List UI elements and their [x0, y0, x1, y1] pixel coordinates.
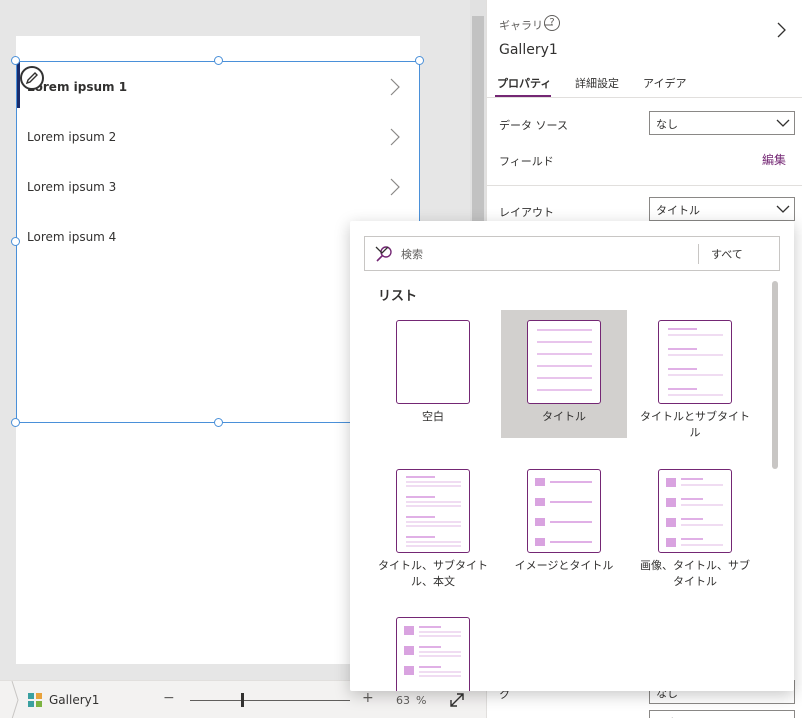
image-title-subtitle-layout-icon — [658, 469, 732, 553]
zoom-in-button[interactable]: + — [362, 690, 374, 706]
layout-label: レイアウト — [499, 206, 554, 219]
resize-handle-top-left[interactable] — [11, 56, 20, 65]
chevron-right-icon[interactable] — [389, 78, 401, 96]
divider — [698, 244, 699, 264]
gallery-row[interactable]: Lorem ipsum 2 — [17, 112, 419, 162]
gallery-row[interactable]: Lorem ipsum 1 — [17, 62, 419, 112]
title-subtitle-body-layout-icon — [396, 469, 470, 553]
breadcrumb-separator-icon — [11, 681, 19, 718]
chevron-down-icon — [776, 205, 790, 213]
property-dropdown[interactable]: 既定 — [649, 710, 795, 718]
tile-label: タイトル、サブタイトル、本文 — [378, 559, 488, 588]
help-icon[interactable]: ? — [544, 15, 560, 31]
blank-layout-icon — [396, 320, 470, 404]
canvas-scrollbar-thumb[interactable] — [472, 16, 484, 256]
layout-tile-title-subtitle-body[interactable]: タイトル、サブタイトル、本文 — [370, 459, 496, 588]
fields-edit-link[interactable]: 編集 — [762, 151, 786, 168]
breadcrumb-control-name[interactable]: Gallery1 — [49, 693, 99, 707]
fields-label: フィールド — [499, 155, 554, 168]
gallery-row-title: Lorem ipsum 2 — [27, 130, 117, 144]
layout-tile-image-title[interactable]: イメージとタイトル — [501, 459, 627, 587]
tile-label: タイトルとサブタイトル — [640, 410, 750, 439]
fit-to-window-icon[interactable] — [448, 691, 466, 709]
control-name: Gallery1 — [499, 42, 558, 58]
chevron-right-icon[interactable] — [389, 178, 401, 196]
gallery-row[interactable]: Lorem ipsum 3 — [17, 162, 419, 212]
layout-tile-title[interactable]: タイトル — [501, 310, 627, 438]
data-source-label: データ ソース — [499, 119, 568, 132]
chevron-right-icon[interactable] — [776, 22, 788, 38]
layout-tile-title-subtitle[interactable]: タイトルとサブタイトル — [632, 310, 758, 439]
edit-gallery-icon[interactable] — [20, 66, 44, 90]
tile-label: 画像、タイトル、サブタイトル — [640, 559, 750, 588]
image-title-subtitle-body-layout-icon — [396, 617, 470, 691]
layout-value: タイトル — [656, 204, 700, 217]
zoom-unit: % — [416, 694, 427, 707]
gallery-row-title: Lorem ipsum 4 — [27, 230, 117, 244]
zoom-slider[interactable] — [190, 700, 350, 701]
layout-tile-image-title-subtitle[interactable]: 画像、タイトル、サブタイトル — [632, 459, 758, 588]
image-title-layout-icon — [527, 469, 601, 553]
gallery-icon — [28, 693, 42, 707]
resize-handle-left[interactable] — [11, 237, 20, 246]
tile-label: タイトル — [542, 410, 586, 423]
flyout-scrollbar-thumb[interactable] — [772, 281, 778, 469]
section-title: リスト — [378, 289, 418, 304]
zoom-value[interactable]: 63 — [396, 694, 410, 707]
filter-dropdown[interactable]: すべて — [711, 246, 743, 262]
gallery-row-title: Lorem ipsum 3 — [27, 180, 117, 194]
resize-handle-bottom[interactable] — [214, 418, 223, 427]
resize-handle-top-right[interactable] — [415, 56, 424, 65]
resize-handle-bottom-left[interactable] — [11, 418, 20, 427]
tile-label: イメージとタイトル — [514, 559, 614, 572]
title-layout-icon — [527, 320, 601, 404]
tile-label: 空白 — [422, 410, 444, 423]
layout-dropdown[interactable]: タイトル — [649, 197, 795, 221]
zoom-slider-thumb[interactable] — [241, 693, 244, 707]
chevron-right-icon[interactable] — [389, 128, 401, 146]
layout-search-box[interactable]: すべて — [364, 236, 780, 271]
resize-handle-top[interactable] — [214, 56, 223, 65]
active-tab-indicator — [495, 95, 551, 97]
layout-tile-blank[interactable]: 空白 — [370, 310, 496, 438]
data-source-dropdown[interactable]: なし — [649, 111, 795, 135]
tab-properties[interactable]: プロパティ — [497, 75, 551, 91]
search-input[interactable] — [401, 245, 681, 263]
layout-flyout: すべて リスト 空白 タイトル タイトルとサブタイトル — [350, 221, 794, 691]
zoom-out-button[interactable]: − — [163, 690, 175, 706]
tab-advanced[interactable]: 詳細設定 — [575, 75, 619, 91]
divider — [487, 185, 802, 186]
chevron-down-icon[interactable] — [375, 245, 389, 255]
tab-ideas[interactable]: アイデア — [643, 75, 686, 91]
data-source-value: なし — [656, 118, 678, 131]
properties-tabs: プロパティ 詳細設定 アイデア — [487, 70, 802, 98]
title-subtitle-layout-icon — [658, 320, 732, 404]
gallery-row-title: Lorem ipsum 1 — [27, 80, 128, 94]
layout-tile-image-title-subtitle-body[interactable] — [370, 607, 496, 691]
chevron-down-icon — [776, 119, 790, 127]
